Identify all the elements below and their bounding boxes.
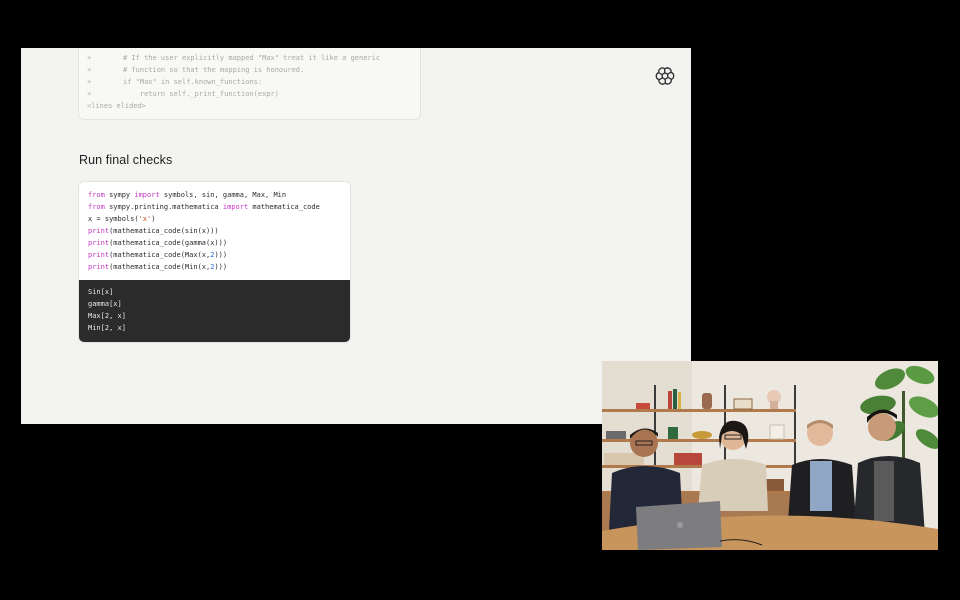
diff-line: + if "Max" in self.known_functions: xyxy=(87,78,263,86)
diff-lines: + # If the user explicitly mapped "Max" t… xyxy=(87,52,380,112)
diff-line: + return self._print_function(expr) xyxy=(87,90,279,98)
diff-code-block: + # If the user explicitly mapped "Max" t… xyxy=(78,48,421,120)
output-lines: Sin[x] gamma[x] Max[2, x] Min[2, x] xyxy=(88,286,126,334)
presenters-video-feed xyxy=(602,361,938,550)
output-line: gamma[x] xyxy=(88,300,122,308)
diff-line: + # function so that the mapping is honou… xyxy=(87,66,305,74)
diff-line-elided: <lines elided> xyxy=(87,102,147,110)
section-title: Run final checks xyxy=(79,153,173,167)
code-line: from sympy import symbols, sin, gamma, M… xyxy=(88,191,287,199)
output-line: Sin[x] xyxy=(88,288,114,296)
openai-logo-icon xyxy=(654,66,676,86)
code-line: x = symbols('x') xyxy=(88,215,156,223)
code-output-area: Sin[x] gamma[x] Max[2, x] Min[2, x] xyxy=(79,280,350,342)
code-lines: from sympy import symbols, sin, gamma, M… xyxy=(88,189,320,273)
code-line: print(mathematica_code(Min(x,2))) xyxy=(88,263,228,271)
code-line: print(mathematica_code(sin(x))) xyxy=(88,227,219,235)
diff-line: + # If the user explicitly mapped "Max" t… xyxy=(87,54,381,62)
code-input-area[interactable]: from sympy import symbols, sin, gamma, M… xyxy=(79,182,350,280)
video-scene xyxy=(602,361,938,550)
shared-screen: + # If the user explicitly mapped "Max" t… xyxy=(21,48,691,424)
code-cell[interactable]: from sympy import symbols, sin, gamma, M… xyxy=(78,181,351,343)
output-line: Max[2, x] xyxy=(88,312,126,320)
code-line: print(mathematica_code(Max(x,2))) xyxy=(88,251,228,259)
code-line: print(mathematica_code(gamma(x))) xyxy=(88,239,228,247)
code-line: from sympy.printing.mathematica import m… xyxy=(88,203,320,211)
output-line: Min[2, x] xyxy=(88,324,126,332)
